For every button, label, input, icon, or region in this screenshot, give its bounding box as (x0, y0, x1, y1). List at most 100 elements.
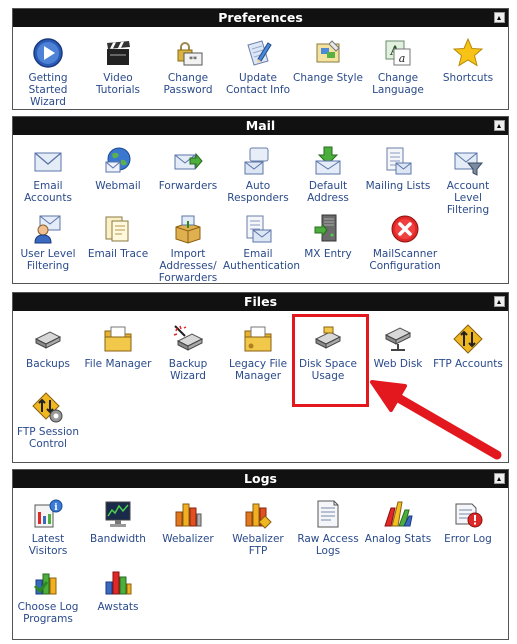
item-user-level-filtering[interactable]: User Level Filtering (13, 213, 83, 272)
item-forwarders[interactable]: Forwarders (153, 145, 223, 192)
item-label: Update Contact Info (225, 72, 291, 96)
panel-title: Mail (245, 118, 276, 133)
item-video-tutorials[interactable]: Video Tutorials (83, 37, 153, 96)
panel-title: Logs (244, 471, 277, 486)
item-label: Webmail (95, 180, 141, 192)
item-analog-stats[interactable]: Analog Stats (363, 498, 433, 545)
item-ftp-accounts[interactable]: FTP Accounts (433, 323, 503, 370)
email-trace-icon (105, 216, 129, 242)
item-label: Change Language (372, 72, 424, 96)
item-shortcuts[interactable]: Shortcuts (433, 37, 503, 84)
error-log-icon (455, 503, 483, 528)
item-web-disk[interactable]: Web Disk (363, 323, 433, 370)
clapperboard-icon (107, 41, 130, 65)
mx-entry-icon (314, 214, 337, 242)
collapse-button[interactable] (494, 12, 505, 23)
item-label: FTP Accounts (433, 358, 503, 370)
mailscanner-icon (391, 215, 419, 243)
item-bandwidth[interactable]: Bandwidth (83, 498, 153, 545)
highlight-box (292, 314, 369, 407)
collapse-button[interactable] (494, 120, 505, 131)
item-webmail[interactable]: Webmail (83, 145, 153, 192)
raw-logs-icon (317, 500, 339, 528)
user-filter-icon (34, 215, 61, 244)
svg-text:i: i (54, 503, 58, 513)
webalizer-ftp-icon (245, 503, 272, 529)
email-auth-icon (246, 215, 272, 243)
item-label: Getting Started Wizard (28, 72, 68, 108)
ftp-session-icon (32, 392, 63, 423)
item-label: Email Authentication (223, 248, 301, 272)
item-label: Email Accounts (24, 180, 72, 204)
panel-header-mail: Mail (13, 117, 508, 135)
forward-mail-icon (174, 152, 203, 170)
item-ftp-session-control[interactable]: FTP Session Control (13, 391, 83, 450)
item-label: Analog Stats (364, 533, 432, 545)
panel-header-preferences: Preferences (13, 9, 508, 27)
item-import-addresses-forwarders[interactable]: Import Addresses/ Forwarders (153, 213, 223, 284)
item-mailing-lists[interactable]: Mailing Lists (363, 145, 433, 192)
svg-text:a: a (399, 52, 406, 65)
style-palette-icon (316, 40, 340, 63)
item-label: Change Style (293, 72, 363, 84)
item-label: Raw Access Logs (297, 533, 359, 557)
globe-mail-icon (105, 147, 131, 173)
item-legacy-file-manager[interactable]: Legacy File Manager (223, 323, 293, 382)
item-label: Web Disk (373, 358, 423, 370)
item-label: Choose Log Programs (17, 601, 79, 625)
item-backup-wizard[interactable]: Backup Wizard (153, 323, 223, 382)
item-latest-visitors[interactable]: i Latest Visitors (13, 498, 83, 557)
item-label: Awstats (97, 601, 139, 613)
item-label: Webalizer FTP (232, 533, 284, 557)
item-label: Legacy File Manager (228, 358, 288, 382)
item-label: Email Trace (87, 248, 149, 260)
item-label: User Level Filtering (20, 248, 76, 272)
panel-logs: Logs i Latest Visitors Bandwidth Webaliz… (12, 469, 509, 640)
contact-info-icon (247, 40, 272, 66)
item-label: Import Addresses/ Forwarders (158, 248, 218, 284)
panel-files: Files Backups File Manager Backup Wizard (12, 292, 509, 463)
item-raw-access-logs[interactable]: Raw Access Logs (293, 498, 363, 557)
item-label: MailScanner Configuration (369, 248, 441, 272)
import-box-icon (175, 215, 201, 244)
item-change-language[interactable]: A a Change Language (363, 37, 433, 96)
item-label: FTP Session Control (16, 426, 79, 450)
latest-visitors-icon: i (34, 499, 63, 528)
envelope-icon (34, 152, 62, 172)
item-mx-entry[interactable]: MX Entry (293, 213, 363, 260)
item-label: Webalizer (162, 533, 214, 545)
item-choose-log-programs[interactable]: Choose Log Programs (13, 566, 83, 625)
item-label: Change Password (163, 72, 213, 96)
item-webalizer[interactable]: Webalizer (153, 498, 223, 545)
item-error-log[interactable]: Error Log (433, 498, 503, 545)
item-email-trace[interactable]: Email Trace (83, 213, 153, 260)
item-account-level-filtering[interactable]: Account Level Filtering (433, 145, 503, 216)
item-label: Account Level Filtering (446, 180, 490, 216)
item-awstats[interactable]: Awstats (83, 566, 153, 613)
item-mailscanner-configuration[interactable]: MailScanner Configuration (363, 213, 447, 272)
item-label: MX Entry (304, 248, 352, 260)
default-address-icon (315, 146, 341, 175)
item-label: Backups (26, 358, 70, 370)
item-label: Default Address (307, 180, 349, 204)
item-change-style[interactable]: Change Style (293, 37, 363, 84)
item-email-accounts[interactable]: Email Accounts (13, 145, 83, 204)
panel-title: Files (243, 294, 278, 309)
item-getting-started-wizard[interactable]: Getting Started Wizard (13, 37, 83, 108)
legacy-folder-icon (244, 326, 272, 352)
item-change-password[interactable]: ** Change Password (153, 37, 223, 96)
analog-stats-icon (384, 501, 413, 527)
item-file-manager[interactable]: File Manager (83, 323, 153, 370)
awstats-icon (105, 571, 132, 595)
item-update-contact-info[interactable]: Update Contact Info (223, 37, 293, 96)
collapse-button[interactable] (494, 296, 505, 307)
item-auto-responders[interactable]: Auto Responders (223, 145, 293, 204)
collapse-button[interactable] (494, 473, 505, 484)
item-label: Latest Visitors (28, 533, 68, 557)
item-default-address[interactable]: Default Address (293, 145, 363, 204)
star-icon (452, 37, 484, 67)
item-backups[interactable]: Backups (13, 323, 83, 370)
choose-log-icon (33, 573, 57, 595)
item-email-authentication[interactable]: Email Authentication (223, 213, 300, 272)
item-webalizer-ftp[interactable]: Webalizer FTP (223, 498, 293, 557)
